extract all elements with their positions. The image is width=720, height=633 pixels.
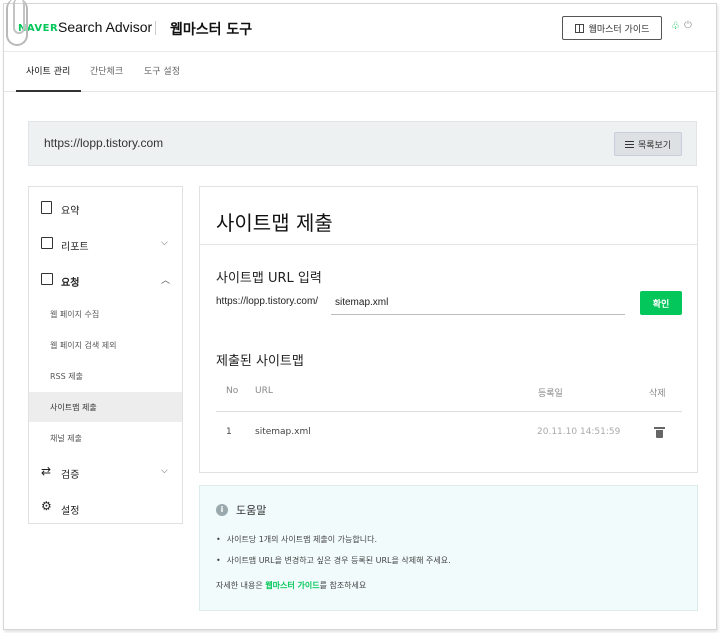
sidebar-item-label: 요약 [61, 206, 80, 217]
paperclip-decoration [6, 0, 28, 46]
book-icon [574, 23, 584, 33]
sidebar-sub-rss[interactable]: RSS 제출 [29, 361, 182, 391]
page-title: 웹마스터 도구 [170, 22, 253, 38]
tab-label: 간단체크 [90, 67, 124, 77]
sidebar-item-request[interactable]: 요청 ︿ [29, 271, 182, 293]
sidebar-item-summary[interactable]: 요약 [29, 199, 182, 221]
help-bullet: 사이트맵 URL을 변경하고 싶은 경우 등록된 URL을 삭제해 주세요. [216, 555, 451, 566]
row-date: 20.11.10 14:51:59 [537, 427, 621, 437]
url-prefix: https://lopp.tistory.com/ [216, 296, 319, 307]
sidebar-item-label: 리포트 [61, 242, 89, 253]
sidebar-sub-page-exclude[interactable]: 웹 페이지 검색 제외 [29, 330, 182, 360]
webmaster-guide-button[interactable]: 웹마스터 가이드 [562, 16, 662, 40]
sidebar-item-label: 요청 [61, 278, 80, 289]
col-url: URL [255, 386, 273, 396]
sub-item-label: 채널 제출 [50, 434, 82, 443]
clover-icon[interactable]: ♧ [671, 21, 680, 32]
power-icon[interactable]: ⏻ [684, 20, 692, 31]
site-url: https://lopp.tistory.com [44, 136, 164, 150]
help-more: 자세한 내용은 웹마스터 가이드를 참조하세요 [216, 580, 366, 591]
tab-simple-check[interactable]: 간단체크 [90, 52, 123, 92]
help-title: 도움말 [236, 504, 267, 517]
chevron-down-icon: ⌵ [161, 466, 168, 476]
tab-label: 도구 설정 [144, 67, 180, 77]
chevron-down-icon: ⌵ [161, 238, 168, 248]
col-delete: 삭제 [649, 389, 666, 399]
guide-button-label: 웹마스터 가이드 [588, 24, 650, 35]
input-label: 사이트맵 URL 입력 [216, 271, 322, 286]
sitemap-url-input[interactable] [331, 291, 625, 315]
tab-tool-settings[interactable]: 도구 설정 [144, 52, 180, 92]
tab-site-management[interactable]: 사이트 관리 [16, 52, 81, 92]
header-divider [155, 21, 156, 35]
info-icon: i [216, 504, 228, 516]
sidebar-item-label: 설정 [61, 506, 80, 517]
panel-title: 사이트맵 제출 [216, 211, 333, 235]
page-frame: NAVER Search Advisor 웹마스터 도구 웹마스터 가이드 ♧ … [3, 3, 717, 630]
help-more-prefix: 자세한 내용은 [216, 581, 266, 590]
summary-icon [41, 201, 52, 214]
divider [200, 244, 697, 245]
sidebar-item-report[interactable]: 리포트 ⌵ [29, 235, 182, 257]
list-view-button[interactable]: 목록보기 [614, 132, 682, 156]
sub-item-label: 사이트맵 제출 [50, 403, 97, 412]
sidebar-sub-channel[interactable]: 채널 제출 [29, 423, 182, 453]
list-icon [624, 140, 634, 148]
sidebar-item-label: 검증 [61, 470, 80, 481]
confirm-button[interactable]: 확인 [640, 291, 682, 315]
list-button-label: 목록보기 [637, 140, 672, 151]
header: NAVER Search Advisor 웹마스터 도구 웹마스터 가이드 ♧ … [4, 4, 716, 52]
chevron-up-icon: ︿ [161, 276, 171, 286]
sidebar-item-settings[interactable]: ⚙ 설정 [29, 499, 182, 521]
col-date: 등록일 [538, 389, 563, 399]
product-name[interactable]: Search Advisor [58, 19, 152, 35]
report-icon [41, 237, 53, 249]
help-more-suffix: 를 참조하세요 [319, 581, 367, 590]
sidebar: 요약 리포트 ⌵ 요청 ︿ 웹 페이지 수집 웹 페이지 검색 제외 RSS 제… [28, 186, 183, 524]
gear-icon: ⚙ [41, 499, 52, 513]
sidebar-sub-page-crawl[interactable]: 웹 페이지 수집 [29, 299, 182, 329]
row-no: 1 [226, 427, 232, 437]
tab-bar: 사이트 관리 간단체크 도구 설정 [4, 52, 716, 92]
row-url: sitemap.xml [255, 427, 311, 437]
sitemap-panel: 사이트맵 제출 사이트맵 URL 입력 https://lopp.tistory… [199, 186, 698, 473]
verify-icon: ⇄ [41, 464, 52, 478]
sidebar-sub-sitemap[interactable]: 사이트맵 제출 [29, 392, 182, 422]
webmaster-guide-link[interactable]: 웹마스터 가이드 [265, 581, 319, 590]
help-bullet: 사이트당 1개의 사이트맵 제출이 가능합니다. [216, 534, 377, 545]
table-divider [216, 411, 682, 412]
col-no: No [226, 386, 239, 396]
tab-label: 사이트 관리 [26, 67, 71, 77]
site-url-bar: https://lopp.tistory.com 목록보기 [28, 121, 697, 166]
sub-item-label: 웹 페이지 수집 [50, 310, 100, 319]
sub-item-label: 웹 페이지 검색 제외 [50, 341, 117, 350]
sub-item-label: RSS 제출 [50, 372, 83, 381]
sidebar-item-verify[interactable]: ⇄ 검증 ⌵ [29, 463, 182, 485]
request-icon [41, 273, 53, 285]
submitted-label: 제출된 사이트맵 [216, 354, 304, 369]
help-panel: i 도움말 사이트당 1개의 사이트맵 제출이 가능합니다. 사이트맵 URL을… [199, 485, 698, 611]
trash-icon[interactable] [654, 427, 665, 438]
